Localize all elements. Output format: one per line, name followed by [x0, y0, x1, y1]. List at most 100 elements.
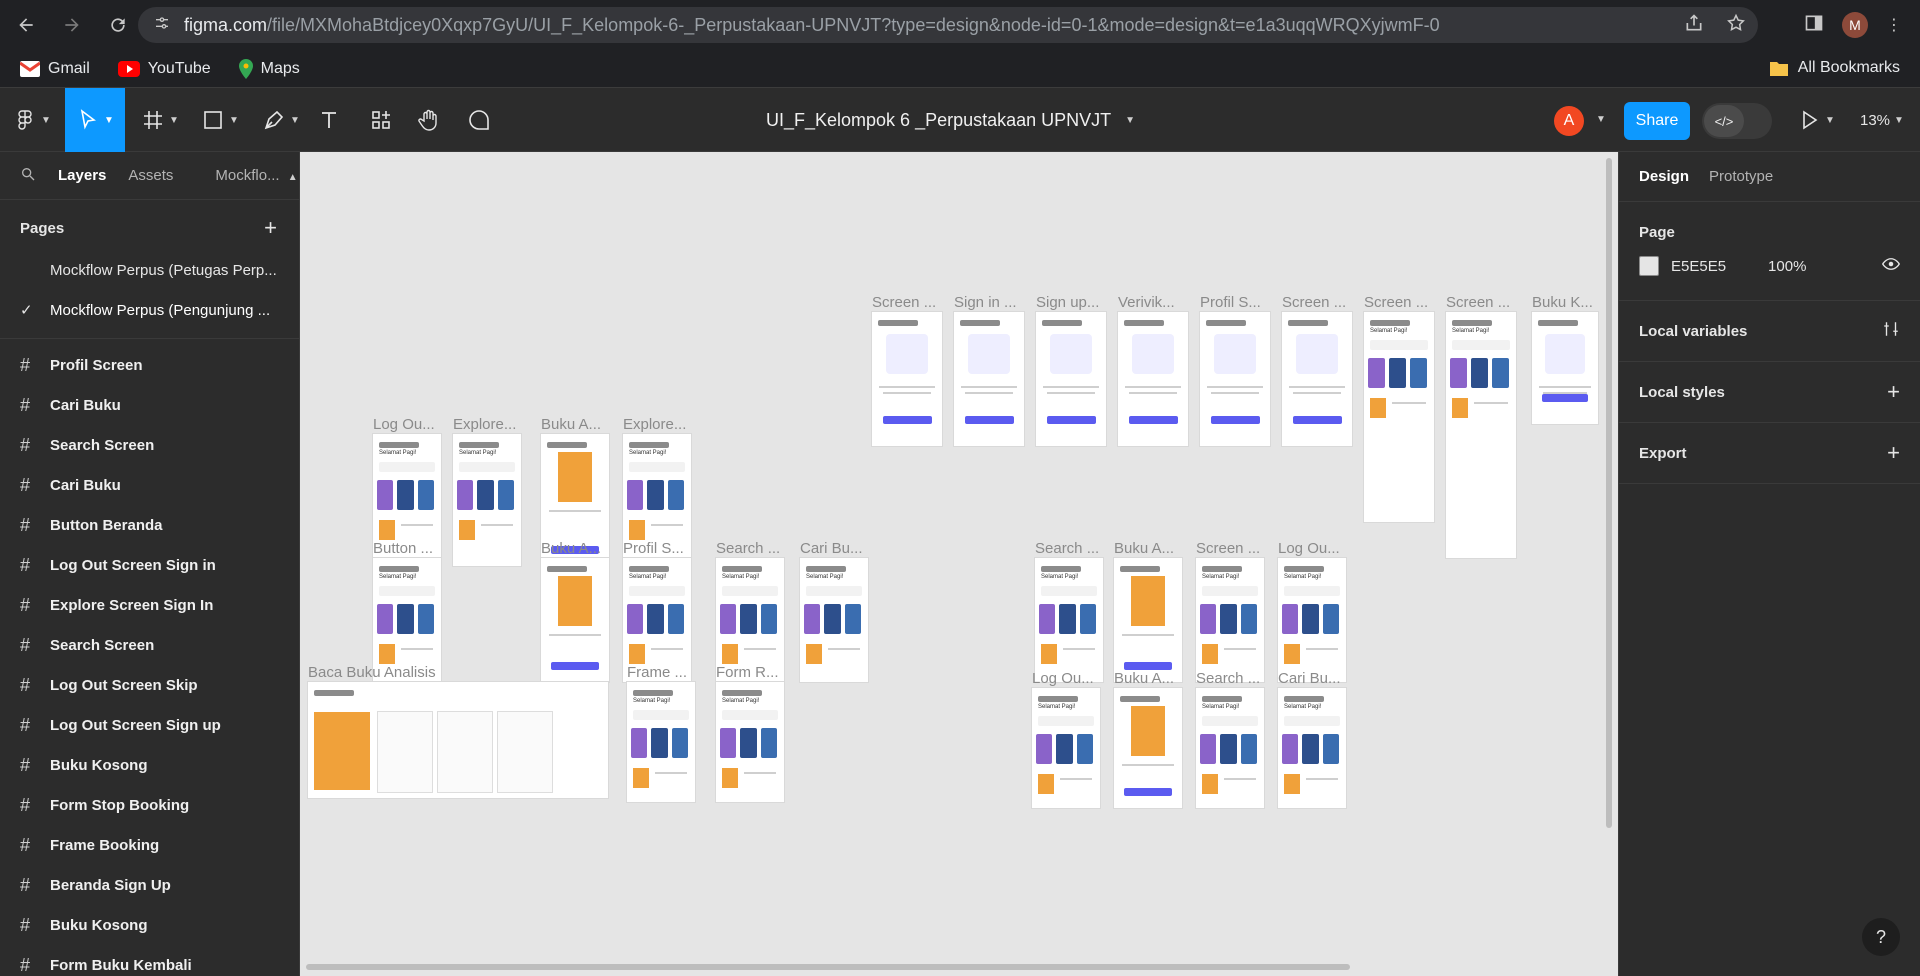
- layer-item[interactable]: # Cari Buku: [0, 465, 299, 505]
- frame-label[interactable]: Cari Bu...: [800, 540, 863, 557]
- page-item[interactable]: Mockflow Perpus (Petugas Perp...: [0, 250, 299, 290]
- share-button[interactable]: Share: [1624, 102, 1690, 140]
- bookmark-youtube[interactable]: YouTube: [117, 60, 211, 78]
- frame-thumbnail[interactable]: [541, 558, 609, 682]
- layer-item[interactable]: # Log Out Screen Sign in: [0, 545, 299, 585]
- frame-thumbnail[interactable]: [1036, 312, 1106, 446]
- hand-tool-button[interactable]: [416, 88, 442, 152]
- frame-label[interactable]: Screen ...: [1364, 294, 1428, 311]
- frame-label[interactable]: Button ...: [373, 540, 433, 557]
- collaborator-avatar[interactable]: A: [1554, 106, 1584, 136]
- dev-mode-toggle[interactable]: </>: [1702, 103, 1772, 139]
- frame-label[interactable]: Buku A...: [1114, 540, 1174, 557]
- layer-item[interactable]: # Form Buku Kembali: [0, 945, 299, 976]
- bookmark-star-icon[interactable]: [1726, 13, 1746, 38]
- tab-mockflow[interactable]: Mockflo... ▲: [215, 167, 297, 184]
- frame-thumbnail[interactable]: [954, 312, 1024, 446]
- page-color-value[interactable]: E5E5E5: [1671, 258, 1726, 275]
- frame-label[interactable]: Log Ou...: [1032, 670, 1094, 687]
- frame-thumbnail[interactable]: Selamat Pagi!: [716, 682, 784, 802]
- all-bookmarks[interactable]: All Bookmarks: [1769, 59, 1900, 77]
- frame-label[interactable]: Profil S...: [1200, 294, 1261, 311]
- layer-item[interactable]: # Form Stop Booking: [0, 785, 299, 825]
- frame-thumbnail[interactable]: Selamat Pagi!: [1446, 312, 1516, 558]
- add-style-icon[interactable]: +: [1887, 379, 1900, 405]
- frame-label[interactable]: Buku A...: [541, 416, 601, 433]
- frame-label[interactable]: Screen ...: [1446, 294, 1510, 311]
- frame-label[interactable]: Search ...: [716, 540, 780, 557]
- design-canvas[interactable]: Screen ... Sign in ... Sign up... Verivik..…: [300, 152, 1618, 976]
- layer-item[interactable]: # Search Screen: [0, 425, 299, 465]
- frame-thumbnail[interactable]: Selamat Pagi!: [1364, 312, 1434, 522]
- frame-tool-button[interactable]: ▼: [138, 88, 182, 152]
- eye-icon[interactable]: [1881, 257, 1901, 275]
- add-export-icon[interactable]: +: [1887, 440, 1900, 466]
- layer-item[interactable]: # Explore Screen Sign In: [0, 585, 299, 625]
- search-icon[interactable]: [20, 166, 36, 186]
- variables-icon[interactable]: [1882, 320, 1900, 342]
- layer-item[interactable]: # Log Out Screen Skip: [0, 665, 299, 705]
- page-opacity-value[interactable]: 100%: [1768, 258, 1806, 275]
- bookmark-gmail[interactable]: Gmail: [20, 60, 90, 78]
- frame-label[interactable]: Screen ...: [872, 294, 936, 311]
- tab-layers[interactable]: Layers: [58, 167, 106, 184]
- frame-label[interactable]: Verivik...: [1118, 294, 1175, 311]
- frame-label[interactable]: Log Ou...: [1278, 540, 1340, 557]
- frame-thumbnail[interactable]: Selamat Pagi!: [627, 682, 695, 802]
- layer-item[interactable]: # Search Screen: [0, 625, 299, 665]
- layer-item[interactable]: # Cari Buku: [0, 385, 299, 425]
- side-panel-icon[interactable]: [1804, 13, 1824, 38]
- frame-thumbnail[interactable]: [1200, 312, 1270, 446]
- tab-design[interactable]: Design: [1639, 168, 1689, 185]
- frame-label[interactable]: Explore...: [453, 416, 516, 433]
- frame-label[interactable]: Profil S...: [623, 540, 684, 557]
- frame-thumbnail[interactable]: [1114, 558, 1182, 682]
- help-button[interactable]: ?: [1862, 918, 1900, 956]
- frame-thumbnail[interactable]: Selamat Pagi!: [1278, 688, 1346, 808]
- tab-prototype[interactable]: Prototype: [1709, 168, 1773, 185]
- layer-item[interactable]: # Buku Kosong: [0, 905, 299, 945]
- frame-thumbnail[interactable]: Selamat Pagi!: [1035, 558, 1103, 682]
- move-tool-button[interactable]: ▼: [65, 88, 125, 152]
- frame-label[interactable]: Buku A...: [541, 540, 601, 557]
- shape-tool-button[interactable]: ▼: [198, 88, 242, 152]
- layer-item[interactable]: # Beranda Sign Up: [0, 865, 299, 905]
- frame-label[interactable]: Explore...: [623, 416, 686, 433]
- frame-label[interactable]: Screen ...: [1196, 540, 1260, 557]
- frame-thumbnail[interactable]: [872, 312, 942, 446]
- page-color-swatch[interactable]: [1639, 256, 1659, 276]
- vertical-scrollbar[interactable]: [1606, 158, 1612, 828]
- frame-label[interactable]: Search ...: [1196, 670, 1260, 687]
- file-title-menu[interactable]: UI_F_Kelompok 6 _Perpustakaan UPNVJT ▼: [766, 88, 1135, 152]
- horizontal-scrollbar[interactable]: [306, 964, 1350, 970]
- frame-thumbnail[interactable]: Selamat Pagi!: [1278, 558, 1346, 682]
- layer-item[interactable]: # Frame Booking: [0, 825, 299, 865]
- frame-thumbnail[interactable]: Selamat Pagi!: [800, 558, 868, 682]
- frame-label[interactable]: Sign up...: [1036, 294, 1099, 311]
- main-menu-button[interactable]: ▼: [10, 88, 54, 152]
- frame-thumbnail[interactable]: Selamat Pagi!: [1196, 688, 1264, 808]
- frame-label[interactable]: Cari Bu...: [1278, 670, 1341, 687]
- reload-icon[interactable]: [98, 5, 138, 45]
- frame-label[interactable]: Log Ou...: [373, 416, 435, 433]
- browser-menu-icon[interactable]: ⋮: [1886, 15, 1902, 35]
- site-info-icon[interactable]: [154, 15, 170, 36]
- frame-thumbnail[interactable]: Selamat Pagi!: [1196, 558, 1264, 682]
- resources-button[interactable]: [368, 88, 394, 152]
- address-bar[interactable]: figma.com/file/MXMohaBtdjcey0Xqxp7GyU/UI…: [138, 7, 1758, 43]
- frame-label[interactable]: Sign in ...: [954, 294, 1017, 311]
- add-page-icon[interactable]: +: [264, 215, 277, 241]
- forward-icon[interactable]: [52, 5, 92, 45]
- frame-thumbnail[interactable]: Selamat Pagi!: [1032, 688, 1100, 808]
- present-button[interactable]: ▼: [1796, 88, 1836, 152]
- frame-label[interactable]: Form R...: [716, 664, 779, 681]
- frame-label[interactable]: Screen ...: [1282, 294, 1346, 311]
- frame-thumbnail[interactable]: [1282, 312, 1352, 446]
- frame-label[interactable]: Buku K...: [1532, 294, 1593, 311]
- tab-assets[interactable]: Assets: [128, 167, 173, 184]
- layer-item[interactable]: # Profil Screen: [0, 345, 299, 385]
- frame-thumbnail[interactable]: [1114, 688, 1182, 808]
- zoom-menu[interactable]: 13% ▼: [1860, 88, 1904, 152]
- text-tool-button[interactable]: [316, 88, 342, 152]
- share-page-icon[interactable]: [1684, 13, 1704, 38]
